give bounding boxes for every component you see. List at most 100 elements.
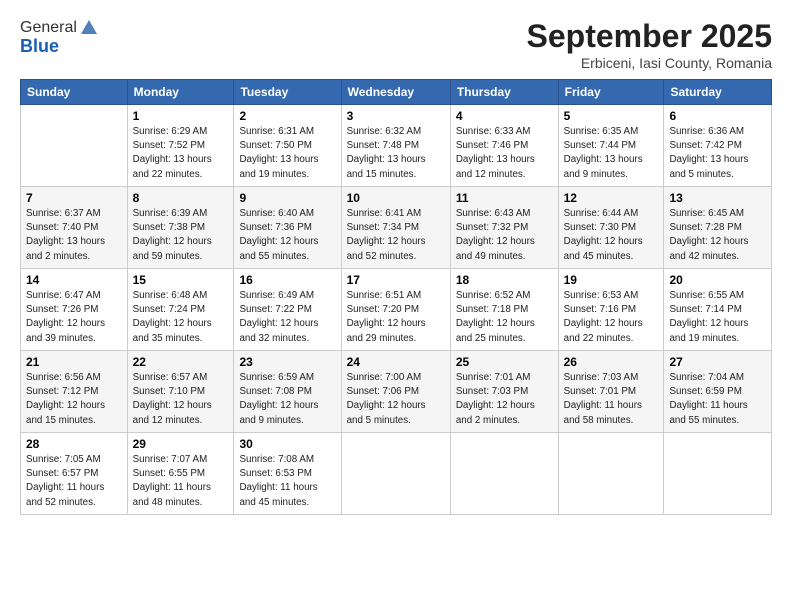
day-info: Sunrise: 6:53 AMSunset: 7:16 PMDaylight:…	[564, 289, 659, 346]
day-number: 10	[347, 191, 445, 205]
calendar-cell: 22Sunrise: 6:57 AMSunset: 7:10 PMDayligh…	[127, 351, 234, 433]
header: General Blue September 2025 Erbiceni, Ia…	[20, 18, 772, 71]
weekday-header-saturday: Saturday	[664, 80, 772, 105]
day-number: 4	[456, 109, 553, 123]
day-number: 23	[239, 355, 335, 369]
calendar-table: SundayMondayTuesdayWednesdayThursdayFrid…	[20, 79, 772, 515]
calendar-cell: 26 Sunrise: 7:03 AMSunset: 7:01 PMDayligh…	[558, 351, 664, 433]
day-number: 9	[239, 191, 335, 205]
calendar-cell: 4 Sunrise: 6:33 AMSunset: 7:46 PMDaylight…	[450, 105, 558, 187]
calendar-cell	[558, 433, 664, 515]
weekday-header-wednesday: Wednesday	[341, 80, 450, 105]
day-number: 13	[669, 191, 766, 205]
day-number: 17	[347, 273, 445, 287]
day-info: Sunrise: 6:36 AMSunset: 7:42 PMDaylight:…	[669, 125, 766, 182]
day-info: Sunrise: 6:55 AMSunset: 7:14 PMDaylight:…	[669, 289, 766, 346]
day-info: Sunrise: 6:35 AMSunset: 7:44 PMDaylight:…	[564, 125, 659, 182]
calendar-cell: 11 Sunrise: 6:43 AMSunset: 7:32 PMDayligh…	[450, 187, 558, 269]
calendar-cell: 28Sunrise: 7:05 AMSunset: 6:57 PMDayligh…	[21, 433, 128, 515]
weekday-header-friday: Friday	[558, 80, 664, 105]
calendar-row: 7 Sunrise: 6:37 AMSunset: 7:40 PMDaylight…	[21, 187, 772, 269]
calendar-cell: 24 Sunrise: 7:00 AMSunset: 7:06 PMDayligh…	[341, 351, 450, 433]
calendar-cell	[341, 433, 450, 515]
calendar-cell: 14 Sunrise: 6:47 AMSunset: 7:26 PMDayligh…	[21, 269, 128, 351]
day-info: Sunrise: 7:00 AMSunset: 7:06 PMDaylight:…	[347, 371, 445, 428]
day-number: 28	[26, 437, 122, 451]
day-info: Sunrise: 6:47 AMSunset: 7:26 PMDaylight:…	[26, 289, 122, 346]
weekday-header-monday: Monday	[127, 80, 234, 105]
day-number: 16	[239, 273, 335, 287]
calendar-header-row: SundayMondayTuesdayWednesdayThursdayFrid…	[21, 80, 772, 105]
day-info: Sunrise: 7:01 AMSunset: 7:03 PMDaylight:…	[456, 371, 553, 428]
page: General Blue September 2025 Erbiceni, Ia…	[0, 0, 792, 612]
day-number: 6	[669, 109, 766, 123]
day-number: 29	[133, 437, 229, 451]
day-info: Sunrise: 7:07 AMSunset: 6:55 PMDaylight:…	[133, 453, 229, 510]
calendar-cell: 15 Sunrise: 6:48 AMSunset: 7:24 PMDayligh…	[127, 269, 234, 351]
weekday-header-sunday: Sunday	[21, 80, 128, 105]
calendar-row: 21 Sunrise: 6:56 AMSunset: 7:12 PMDayligh…	[21, 351, 772, 433]
calendar-cell: 5 Sunrise: 6:35 AMSunset: 7:44 PMDaylight…	[558, 105, 664, 187]
day-info: Sunrise: 6:52 AMSunset: 7:18 PMDaylight:…	[456, 289, 553, 346]
day-info: Sunrise: 6:48 AMSunset: 7:24 PMDaylight:…	[133, 289, 229, 346]
day-number: 30	[239, 437, 335, 451]
day-number: 1	[133, 109, 229, 123]
day-number: 11	[456, 191, 553, 205]
day-number: 18	[456, 273, 553, 287]
day-number: 20	[669, 273, 766, 287]
day-info: Sunrise: 6:39 AMSunset: 7:38 PMDaylight:…	[133, 207, 229, 264]
calendar-cell: 18 Sunrise: 6:52 AMSunset: 7:18 PMDayligh…	[450, 269, 558, 351]
calendar-cell: 23 Sunrise: 6:59 AMSunset: 7:08 PMDayligh…	[234, 351, 341, 433]
calendar-cell: 1 Sunrise: 6:29 AMSunset: 7:52 PMDaylight…	[127, 105, 234, 187]
day-info: Sunrise: 6:29 AMSunset: 7:52 PMDaylight:…	[133, 125, 229, 182]
calendar-cell: 8Sunrise: 6:39 AMSunset: 7:38 PMDaylight…	[127, 187, 234, 269]
day-number: 5	[564, 109, 659, 123]
day-info: Sunrise: 6:59 AMSunset: 7:08 PMDaylight:…	[239, 371, 335, 428]
day-number: 12	[564, 191, 659, 205]
calendar-cell: 3Sunrise: 6:32 AMSunset: 7:48 PMDaylight…	[341, 105, 450, 187]
calendar-cell: 2Sunrise: 6:31 AMSunset: 7:50 PMDaylight…	[234, 105, 341, 187]
day-info: Sunrise: 6:51 AMSunset: 7:20 PMDaylight:…	[347, 289, 445, 346]
calendar-cell	[664, 433, 772, 515]
day-number: 21	[26, 355, 122, 369]
calendar-cell: 10 Sunrise: 6:41 AMSunset: 7:34 PMDayligh…	[341, 187, 450, 269]
calendar-cell: 9 Sunrise: 6:40 AMSunset: 7:36 PMDaylight…	[234, 187, 341, 269]
day-info: Sunrise: 6:33 AMSunset: 7:46 PMDaylight:…	[456, 125, 553, 182]
day-number: 26	[564, 355, 659, 369]
day-info: Sunrise: 6:56 AMSunset: 7:12 PMDaylight:…	[26, 371, 122, 428]
day-info: Sunrise: 7:04 AMSunset: 6:59 PMDaylight:…	[669, 371, 766, 428]
day-number: 24	[347, 355, 445, 369]
day-info: Sunrise: 6:37 AMSunset: 7:40 PMDaylight:…	[26, 207, 122, 264]
calendar-cell: 7 Sunrise: 6:37 AMSunset: 7:40 PMDaylight…	[21, 187, 128, 269]
logo: General Blue	[20, 18, 99, 57]
calendar-cell: 21 Sunrise: 6:56 AMSunset: 7:12 PMDayligh…	[21, 351, 128, 433]
day-number: 2	[239, 109, 335, 123]
day-number: 14	[26, 273, 122, 287]
day-number: 27	[669, 355, 766, 369]
calendar-row: 14 Sunrise: 6:47 AMSunset: 7:26 PMDayligh…	[21, 269, 772, 351]
calendar-cell: 17 Sunrise: 6:51 AMSunset: 7:20 PMDayligh…	[341, 269, 450, 351]
day-number: 19	[564, 273, 659, 287]
month-title: September 2025	[527, 18, 772, 55]
day-info: Sunrise: 6:43 AMSunset: 7:32 PMDaylight:…	[456, 207, 553, 264]
calendar-row: 1 Sunrise: 6:29 AMSunset: 7:52 PMDaylight…	[21, 105, 772, 187]
day-info: Sunrise: 6:40 AMSunset: 7:36 PMDaylight:…	[239, 207, 335, 264]
logo-icon	[79, 18, 99, 38]
title-block: September 2025 Erbiceni, Iasi County, Ro…	[527, 18, 772, 71]
day-number: 25	[456, 355, 553, 369]
calendar-cell	[450, 433, 558, 515]
calendar-cell: 19 Sunrise: 6:53 AMSunset: 7:16 PMDayligh…	[558, 269, 664, 351]
calendar-cell	[21, 105, 128, 187]
logo-general-text: General	[20, 19, 77, 37]
calendar-cell: 25 Sunrise: 7:01 AMSunset: 7:03 PMDayligh…	[450, 351, 558, 433]
day-info: Sunrise: 6:41 AMSunset: 7:34 PMDaylight:…	[347, 207, 445, 264]
calendar-cell: 16Sunrise: 6:49 AMSunset: 7:22 PMDayligh…	[234, 269, 341, 351]
day-info: Sunrise: 7:03 AMSunset: 7:01 PMDaylight:…	[564, 371, 659, 428]
day-number: 15	[133, 273, 229, 287]
calendar-cell: 12Sunrise: 6:44 AMSunset: 7:30 PMDayligh…	[558, 187, 664, 269]
location: Erbiceni, Iasi County, Romania	[527, 55, 772, 71]
day-number: 7	[26, 191, 122, 205]
calendar-cell: 27 Sunrise: 7:04 AMSunset: 6:59 PMDayligh…	[664, 351, 772, 433]
calendar-cell: 30Sunrise: 7:08 AMSunset: 6:53 PMDayligh…	[234, 433, 341, 515]
day-info: Sunrise: 6:45 AMSunset: 7:28 PMDaylight:…	[669, 207, 766, 264]
